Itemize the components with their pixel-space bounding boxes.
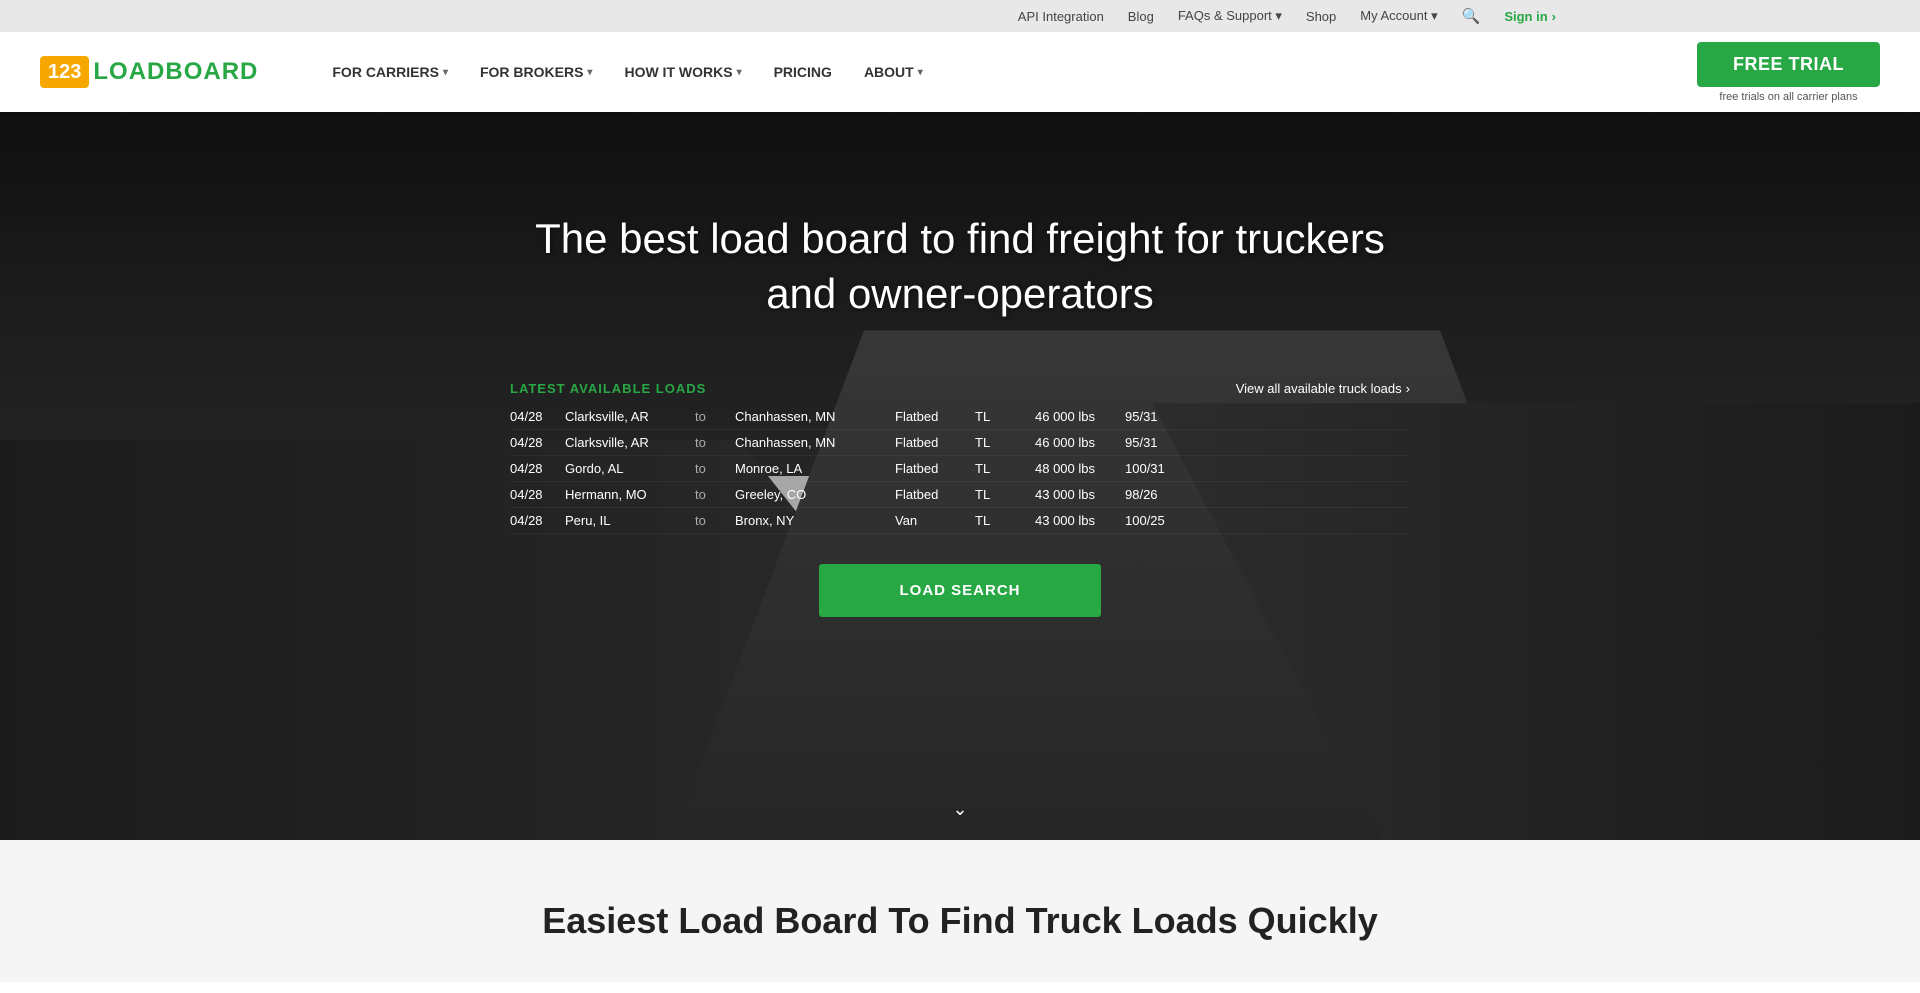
free-trial-subtitle: free trials on all carrier plans xyxy=(1719,91,1857,103)
hero-title: The best load board to find freight for … xyxy=(535,212,1385,321)
logo[interactable]: 123 LOADBOARD xyxy=(40,56,258,88)
api-integration-link[interactable]: API Integration xyxy=(1018,9,1104,24)
view-all-loads-link[interactable]: View all available truck loads › xyxy=(1236,381,1410,396)
search-icon[interactable]: 🔍 xyxy=(1462,7,1481,25)
nav-links: FOR CARRIERS ▾ FOR BROKERS ▾ HOW IT WORK… xyxy=(318,32,1697,112)
table-row[interactable]: 04/28 Gordo, AL to Monroe, LA Flatbed TL… xyxy=(510,456,1410,482)
hero-section: The best load board to find freight for … xyxy=(0,112,1920,840)
nav-about[interactable]: ABOUT ▾ xyxy=(850,32,937,112)
bottom-title: Easiest Load Board To Find Truck Loads Q… xyxy=(40,900,1880,942)
loads-header: LATEST AVAILABLE LOADS View all availabl… xyxy=(510,381,1410,396)
table-row[interactable]: 04/28 Clarksville, AR to Chanhassen, MN … xyxy=(510,404,1410,430)
table-row[interactable]: 04/28 Peru, IL to Bronx, NY Van TL 43 00… xyxy=(510,508,1410,534)
chevron-down-icon: ▾ xyxy=(918,67,923,78)
chevron-down-icon: ▾ xyxy=(443,67,448,78)
free-trial-button[interactable]: FREE TRIAL xyxy=(1697,42,1880,87)
logo-text: LOADBOARD xyxy=(93,58,258,86)
table-row[interactable]: 04/28 Clarksville, AR to Chanhassen, MN … xyxy=(510,430,1410,456)
loads-label: LATEST AVAILABLE LOADS xyxy=(510,381,706,396)
loads-section: LATEST AVAILABLE LOADS View all availabl… xyxy=(510,381,1410,534)
bottom-section: Easiest Load Board To Find Truck Loads Q… xyxy=(0,840,1920,982)
chevron-down-icon: ▾ xyxy=(737,67,742,78)
my-account-link[interactable]: My Account ▾ xyxy=(1360,8,1437,24)
faqs-support-link[interactable]: FAQs & Support ▾ xyxy=(1178,8,1282,24)
shop-link[interactable]: Shop xyxy=(1306,9,1336,24)
signin-link[interactable]: Sign in › xyxy=(1504,9,1556,24)
main-nav: 123 LOADBOARD FOR CARRIERS ▾ FOR BROKERS… xyxy=(0,32,1920,112)
load-search-button[interactable]: LOAD SEARCH xyxy=(819,564,1100,617)
loads-table: 04/28 Clarksville, AR to Chanhassen, MN … xyxy=(510,404,1410,534)
nav-cta: FREE TRIAL free trials on all carrier pl… xyxy=(1697,42,1880,103)
nav-for-carriers[interactable]: FOR CARRIERS ▾ xyxy=(318,32,462,112)
nav-for-brokers[interactable]: FOR BROKERS ▾ xyxy=(466,32,606,112)
chevron-down-icon: ▾ xyxy=(587,67,592,78)
nav-how-it-works[interactable]: HOW IT WORKS ▾ xyxy=(610,32,755,112)
nav-pricing[interactable]: PRICING xyxy=(760,32,846,112)
top-bar: API Integration Blog FAQs & Support ▾ Sh… xyxy=(0,0,1920,32)
blog-link[interactable]: Blog xyxy=(1128,9,1154,24)
table-row[interactable]: 04/28 Hermann, MO to Greeley, CO Flatbed… xyxy=(510,482,1410,508)
scroll-down-indicator[interactable]: ⌄ xyxy=(952,799,967,820)
logo-123: 123 xyxy=(40,56,89,88)
